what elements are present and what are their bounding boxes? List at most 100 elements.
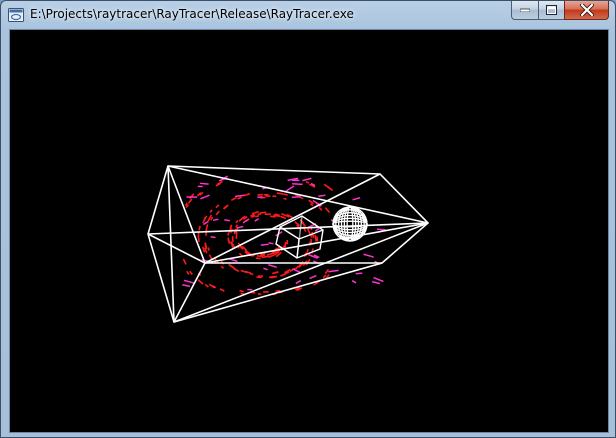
ray-sample-red — [309, 203, 314, 207]
ray-sample-magenta — [260, 243, 269, 246]
ray-sample-magenta — [373, 276, 384, 283]
ray-sample-red — [204, 215, 208, 220]
ray-sample-red — [201, 246, 206, 253]
ray-sample-magenta — [292, 182, 303, 186]
ray-sample-red — [276, 192, 284, 195]
ray-sample-magenta — [309, 274, 317, 280]
ray-sample-red — [231, 236, 234, 242]
ray-sample-red — [219, 288, 225, 292]
ray-sample-red — [243, 193, 251, 197]
ray-sample-red — [237, 196, 242, 200]
ray-sample-red — [209, 209, 213, 213]
cube-edge — [298, 229, 324, 240]
ray-sample-magenta — [285, 185, 295, 192]
ray-sample-red — [230, 196, 237, 201]
ray-sample-red — [251, 210, 259, 215]
close-button[interactable] — [564, 1, 609, 20]
ray-sample-red — [205, 224, 209, 232]
ray-sample-red — [207, 247, 210, 251]
ray-sample-red — [281, 213, 286, 217]
ray-sample-magenta — [295, 279, 302, 285]
ray-sample-magenta — [314, 227, 320, 232]
ray-sample-magenta — [302, 177, 312, 182]
ray-sample-red — [188, 193, 195, 200]
ray-sample-magenta — [291, 195, 301, 199]
ray-sample-red — [306, 249, 309, 253]
ray-sample-magenta — [235, 194, 245, 198]
app-window: E:\Projects\raytracer\RayTracer\Release\… — [0, 0, 616, 438]
ray-sample-red — [266, 253, 271, 256]
ray-sample-red — [215, 204, 220, 209]
sphere-wireframe — [332, 206, 368, 242]
ray-sample-red — [197, 279, 204, 285]
ray-sample-red — [182, 258, 187, 265]
ray-sample-magenta — [224, 219, 231, 222]
cube-edge — [296, 215, 303, 259]
ray-sample-magenta — [199, 182, 209, 185]
ray-sample-magenta — [351, 280, 357, 284]
ray-sample-magenta — [183, 279, 195, 284]
ray-sample-magenta — [268, 242, 274, 245]
minimize-button[interactable] — [511, 1, 538, 20]
maximize-button[interactable] — [538, 1, 564, 20]
ray-sample-red — [305, 180, 310, 184]
console-app-icon[interactable] — [8, 8, 24, 22]
ray-sample-red — [294, 221, 298, 225]
ray-sample-magenta — [292, 268, 301, 274]
ray-sample-red — [324, 207, 331, 214]
render-viewport[interactable] — [9, 29, 609, 433]
raytracer-scene — [147, 165, 430, 323]
ray-sample-magenta — [263, 267, 268, 271]
title-bar[interactable]: E:\Projects\raytracer\RayTracer\Release\… — [1, 1, 615, 29]
ray-sample-red — [239, 289, 244, 293]
ray-sample-red — [189, 270, 193, 275]
ray-sample-red — [322, 274, 327, 279]
ray-sample-red — [249, 272, 254, 276]
ray-sample-red — [257, 212, 262, 216]
ray-sample-red — [186, 270, 190, 275]
window-controls — [511, 1, 609, 21]
ray-sample-red — [227, 232, 230, 236]
ray-sample-red — [240, 269, 248, 274]
ray-sample-magenta — [328, 269, 339, 273]
ray-sample-red — [255, 257, 261, 260]
ray-sample-magenta — [254, 218, 260, 222]
ray-sample-red — [283, 193, 288, 196]
ray-sample-red — [326, 186, 334, 192]
ray-sample-magenta — [210, 235, 216, 239]
ray-sample-red — [270, 215, 276, 218]
ray-sample-magenta — [355, 272, 363, 275]
ray-sample-red — [280, 215, 287, 220]
ray-sample-red — [316, 236, 319, 242]
maximize-icon — [546, 5, 557, 15]
ray-sample-red — [256, 255, 263, 258]
ray-sample-red — [204, 283, 209, 288]
ray-sample-magenta — [318, 194, 326, 197]
ray-sample-red — [198, 225, 201, 231]
ray-sample-magenta — [200, 194, 210, 200]
minimize-icon — [520, 8, 530, 12]
ray-sample-magenta — [268, 264, 278, 269]
ray-sample-red — [318, 206, 323, 211]
ray-sample-red — [238, 252, 243, 257]
ray-sample-magenta — [363, 253, 374, 258]
ray-sample-red — [257, 193, 263, 196]
close-icon — [579, 4, 594, 16]
ray-sample-red — [187, 198, 193, 204]
ray-sample-red — [324, 268, 330, 275]
ray-sample-magenta — [376, 228, 386, 231]
ray-sample-magenta — [236, 225, 244, 229]
window-title: E:\Projects\raytracer\RayTracer\Release\… — [30, 7, 354, 21]
ray-sample-red — [220, 265, 225, 269]
ray-sample-magenta — [371, 280, 381, 285]
ray-sample-red — [259, 211, 267, 214]
ray-sample-red — [283, 197, 287, 200]
ray-sample-red — [261, 255, 269, 259]
ray-sample-red — [255, 215, 260, 218]
ray-sample-red — [271, 271, 279, 275]
ray-sample-red — [210, 216, 214, 221]
frustum-edge — [167, 165, 429, 224]
ray-sample-magenta — [212, 218, 219, 222]
ray-sample-magenta — [182, 284, 191, 288]
ray-sample-red — [215, 210, 220, 216]
